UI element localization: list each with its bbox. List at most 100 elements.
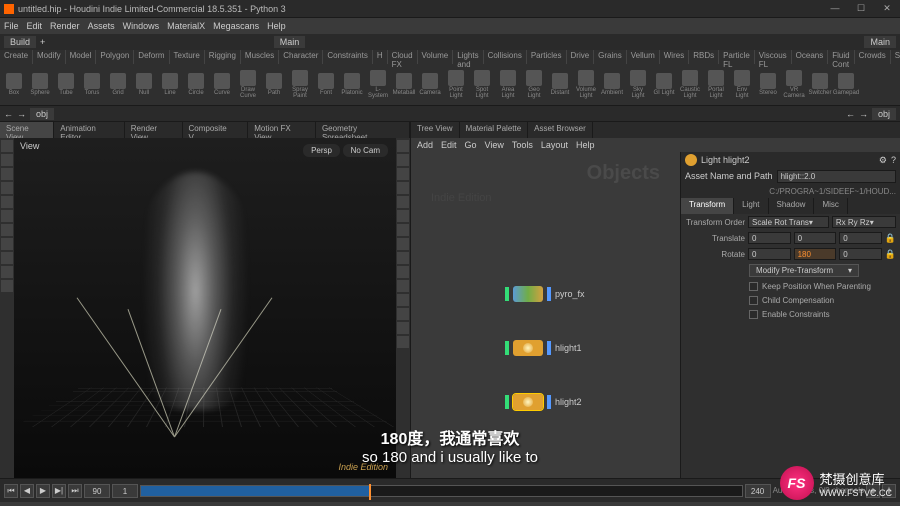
translate-z-field[interactable]: 0 bbox=[839, 232, 882, 244]
tab-light[interactable]: Light bbox=[734, 198, 768, 214]
vp-tool[interactable] bbox=[1, 266, 13, 278]
shelf-tool[interactable]: Area Light bbox=[496, 66, 520, 102]
shelf-tab[interactable]: Crowds bbox=[855, 50, 891, 64]
check-keep-position[interactable]: Keep Position When Parenting bbox=[681, 279, 900, 293]
tab-scene-view[interactable]: Scene View bbox=[0, 122, 54, 138]
modify-pretransform-button[interactable]: Modify Pre-Transform▾ bbox=[749, 264, 859, 277]
shelf-tab[interactable]: Particle FL bbox=[719, 50, 755, 64]
shelf-tool[interactable]: Platonic bbox=[340, 66, 364, 102]
vp-tool[interactable] bbox=[397, 238, 409, 250]
vp-tool[interactable] bbox=[397, 294, 409, 306]
node-hlight1[interactable]: hlight1 bbox=[507, 340, 582, 356]
shelf-tool[interactable]: Metaball bbox=[392, 66, 416, 102]
shelf-tool[interactable]: Grid bbox=[106, 66, 130, 102]
display-flag-icon[interactable] bbox=[505, 287, 509, 301]
vp-tool[interactable] bbox=[1, 224, 13, 236]
shelf-tool[interactable]: Env Light bbox=[730, 66, 754, 102]
frame-start-field[interactable]: 1 bbox=[112, 484, 138, 498]
shelf-tab[interactable]: Cloud FX bbox=[388, 50, 418, 64]
shelf-tool[interactable]: Spray Paint bbox=[288, 66, 312, 102]
tab-main[interactable]: Main bbox=[274, 36, 306, 48]
help-icon[interactable]: ? bbox=[891, 155, 896, 165]
shelf-tab[interactable]: RBDs bbox=[689, 50, 719, 64]
close-button[interactable]: ✕ bbox=[878, 3, 896, 14]
shelf-tool[interactable]: Volume Light bbox=[574, 66, 598, 102]
vp-tool[interactable] bbox=[397, 168, 409, 180]
shelf-tab[interactable]: Wires bbox=[660, 50, 689, 64]
vp-tool[interactable] bbox=[397, 140, 409, 152]
shelf-tool[interactable]: Stereo bbox=[756, 66, 780, 102]
asset-path-field[interactable] bbox=[777, 170, 896, 183]
frame-current-field[interactable]: 90 bbox=[84, 484, 110, 498]
tab-transform[interactable]: Transform bbox=[681, 198, 734, 214]
playhead-icon[interactable] bbox=[369, 484, 371, 500]
transform-order-select[interactable]: Scale Rot Trans ▾ bbox=[748, 216, 829, 228]
checkbox-icon[interactable] bbox=[749, 282, 758, 291]
translate-y-field[interactable]: 0 bbox=[794, 232, 837, 244]
translate-x-field[interactable]: 0 bbox=[748, 232, 791, 244]
net-menu-go[interactable]: Go bbox=[465, 140, 477, 150]
rotate-z-field[interactable]: 0 bbox=[839, 248, 882, 260]
shelf-tool[interactable]: Font bbox=[314, 66, 338, 102]
shelf-tab[interactable]: H bbox=[373, 50, 388, 64]
shelf-tab[interactable]: Muscles bbox=[241, 50, 279, 64]
minimize-button[interactable]: — bbox=[826, 3, 844, 14]
shelf-tab[interactable]: Oceans bbox=[792, 50, 829, 64]
vp-tool[interactable] bbox=[397, 182, 409, 194]
checkbox-icon[interactable] bbox=[749, 310, 758, 319]
path-back-icon[interactable]: ← bbox=[4, 109, 13, 119]
display-flag-icon[interactable] bbox=[505, 341, 509, 355]
menu-windows[interactable]: Windows bbox=[123, 21, 160, 31]
vp-tool[interactable] bbox=[397, 266, 409, 278]
tab-composite[interactable]: Composite V… bbox=[183, 122, 249, 138]
vp-tool[interactable] bbox=[1, 252, 13, 264]
vp-tool[interactable] bbox=[397, 252, 409, 264]
gear-icon[interactable]: ⚙ bbox=[879, 155, 887, 166]
shelf-tab[interactable]: Rigging bbox=[205, 50, 241, 64]
menu-megascans[interactable]: Megascans bbox=[213, 21, 259, 31]
tab-misc[interactable]: Misc bbox=[814, 198, 847, 214]
vp-tool[interactable] bbox=[1, 280, 13, 292]
shelf-tool[interactable]: L-System bbox=[366, 66, 390, 102]
path-segment[interactable]: obj bbox=[30, 108, 54, 120]
vp-tool[interactable] bbox=[397, 322, 409, 334]
maximize-button[interactable]: ☐ bbox=[852, 3, 870, 14]
shelf-tab[interactable]: Deform bbox=[134, 50, 169, 64]
menu-assets[interactable]: Assets bbox=[88, 21, 115, 31]
shelf-tab[interactable]: Model bbox=[66, 50, 97, 64]
shelf-tool[interactable]: Switcher bbox=[808, 66, 832, 102]
shelf-tab[interactable]: Create bbox=[0, 50, 33, 64]
tab-anim-editor[interactable]: Animation Editor bbox=[54, 122, 125, 138]
shelf-tab[interactable]: Volume bbox=[418, 50, 454, 64]
tab-render-view[interactable]: Render View bbox=[125, 122, 183, 138]
vp-tool[interactable] bbox=[397, 308, 409, 320]
shelf-tool[interactable]: Tube bbox=[54, 66, 78, 102]
shelf-tab[interactable]: Particles bbox=[527, 50, 567, 64]
tab-asset-browser[interactable]: Asset Browser bbox=[528, 122, 593, 138]
check-child-comp[interactable]: Child Compensation bbox=[681, 293, 900, 307]
checkbox-icon[interactable] bbox=[749, 296, 758, 305]
shelf-tool[interactable]: Geo Light bbox=[522, 66, 546, 102]
net-menu-view[interactable]: View bbox=[485, 140, 504, 150]
net-menu-add[interactable]: Add bbox=[417, 140, 433, 150]
node-body[interactable] bbox=[513, 286, 543, 302]
shelf-tab[interactable]: Collisions bbox=[484, 50, 527, 64]
net-menu-help[interactable]: Help bbox=[576, 140, 595, 150]
node-hlight2[interactable]: hlight2 bbox=[507, 394, 582, 410]
vp-tool[interactable] bbox=[1, 238, 13, 250]
tab-shadow[interactable]: Shadow bbox=[769, 198, 815, 214]
shelf-tab[interactable]: Character bbox=[279, 50, 323, 64]
menu-edit[interactable]: Edit bbox=[27, 21, 43, 31]
path-fwd-icon[interactable]: → bbox=[17, 109, 26, 119]
menu-file[interactable]: File bbox=[4, 21, 19, 31]
shelf-tool[interactable]: Point Light bbox=[444, 66, 468, 102]
play-first-button[interactable]: ⏮ bbox=[4, 484, 18, 498]
rotate-y-field[interactable]: 180 bbox=[794, 248, 837, 260]
shelf-tool[interactable]: Spot Light bbox=[470, 66, 494, 102]
render-flag-icon[interactable] bbox=[547, 395, 551, 409]
rotate-order-select[interactable]: Rx Ry Rz ▾ bbox=[832, 216, 896, 228]
render-flag-icon[interactable] bbox=[547, 341, 551, 355]
node-body[interactable] bbox=[513, 340, 543, 356]
shelf-tool[interactable]: Path bbox=[262, 66, 286, 102]
shelf-tab[interactable]: Modify bbox=[33, 50, 66, 64]
